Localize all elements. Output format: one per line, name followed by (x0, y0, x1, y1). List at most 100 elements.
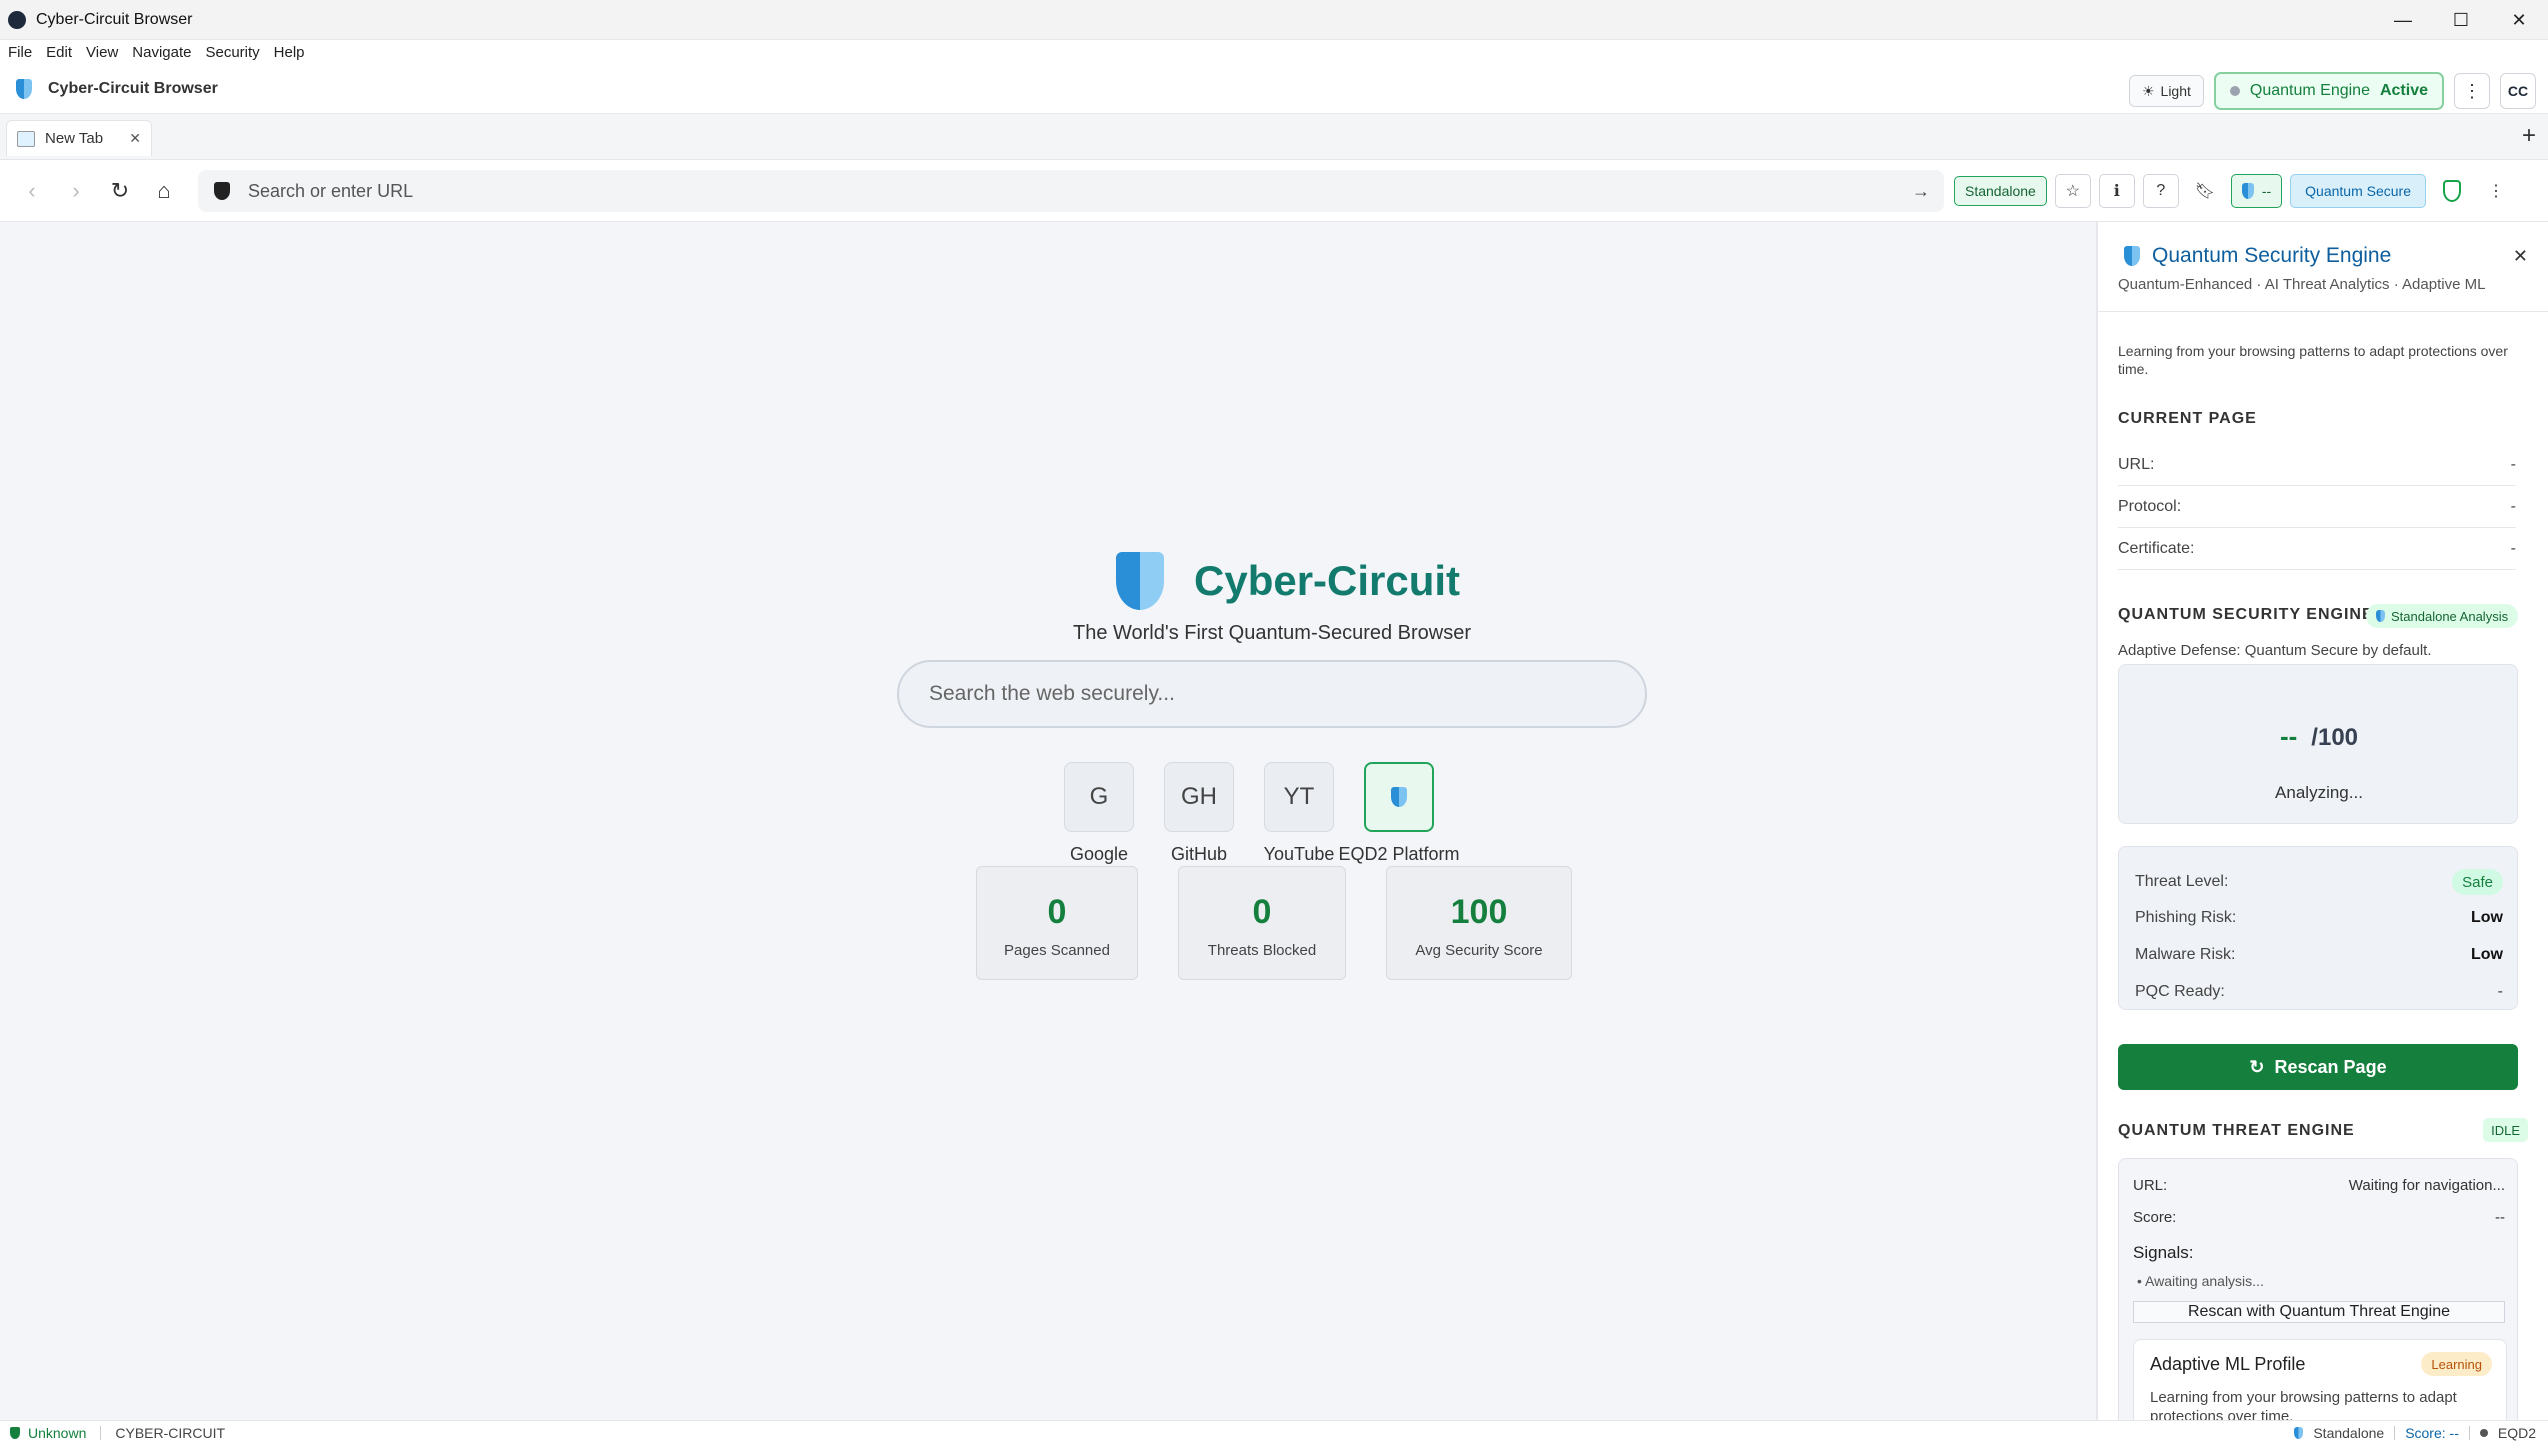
stat-label: Avg Security Score (1415, 942, 1543, 959)
threat-level-row: Threat Level: Safe (2135, 869, 2503, 895)
shield-icon (2241, 183, 2254, 199)
help-button[interactable]: ? (2142, 174, 2179, 208)
google-tile[interactable]: G (1064, 762, 1134, 832)
ml-title: Adaptive ML Profile (2150, 1354, 2306, 1374)
row-key: Certificate: (2118, 539, 2195, 557)
menu-view[interactable]: View (86, 44, 118, 61)
menu-edit[interactable]: Edit (46, 44, 72, 61)
home-button[interactable]: ⌂ (142, 169, 186, 213)
stat-value: 0 (1252, 893, 1272, 931)
row-key: Malware Risk: (2135, 946, 2236, 963)
star-button[interactable]: ☆ (2054, 174, 2091, 208)
row-key: Phishing Risk: (2135, 909, 2237, 926)
phishing-risk-row: Phishing Risk: Low (2135, 909, 2503, 927)
rescan-page-button[interactable]: ↻ Rescan Page (2118, 1044, 2518, 1090)
stat-threats-blocked: 0 Threats Blocked (1178, 866, 1346, 980)
pqc-ready-row: PQC Ready: - (2135, 983, 2503, 1001)
shield-icon (10, 1427, 20, 1439)
menu-navigate[interactable]: Navigate (132, 44, 191, 61)
score-status: Score: -- (2405, 1425, 2459, 1441)
status-bar: Unknown CYBER-CIRCUIT Standalone Score: … (0, 1420, 2548, 1445)
menu-file[interactable]: File (8, 44, 32, 61)
row-key: URL: (2118, 455, 2155, 473)
status-dot-icon (2479, 1429, 2488, 1437)
theme-toggle-button[interactable]: ☀ Light (2128, 75, 2204, 107)
menu-help[interactable]: Help (274, 44, 305, 61)
close-window-button[interactable]: ✕ (2490, 0, 2548, 40)
window-title: Cyber-Circuit Browser (36, 10, 193, 28)
more-options-button[interactable]: ⋮ (2454, 73, 2490, 109)
score-value: -- (2279, 721, 2298, 751)
score-max: /100 (2311, 724, 2359, 751)
status-brand: CYBER-CIRCUIT (115, 1425, 226, 1441)
risk-summary: Threat Level: Safe Phishing Risk: Low Ma… (2118, 846, 2518, 1010)
threat-engine-card: URL: Waiting for navigation... Score: --… (2118, 1158, 2518, 1420)
score-display: -- /100 (2119, 721, 2519, 752)
maximize-button[interactable]: ☐ (2432, 0, 2490, 40)
qte-score-row: Score: -- (2133, 1209, 2505, 1226)
back-button[interactable]: ‹ (10, 169, 54, 213)
menu-kebab-button[interactable]: ⋮ (2478, 174, 2515, 208)
signal-text: Awaiting analysis... (2145, 1273, 2264, 1289)
navigation-toolbar: ‹ › ↻ ⌂ Search or enter URL → Standalone… (0, 160, 2548, 222)
quick-links: G Google GH GitHub YT YouTube EQD2 Platf… (1064, 762, 1460, 865)
stat-value: 100 (1450, 893, 1508, 931)
go-arrow-icon[interactable]: → (1912, 181, 1930, 202)
security-score-pill[interactable]: -- (2230, 174, 2283, 208)
row-key: Protocol: (2118, 497, 2182, 515)
standalone-badge[interactable]: Standalone (1954, 176, 2047, 206)
row-value: -- (2495, 1209, 2505, 1226)
row-value: Low (2471, 909, 2503, 926)
forward-button[interactable]: › (54, 169, 98, 213)
stat-value: 0 (1047, 893, 1067, 931)
divider (2394, 1426, 2396, 1440)
mode-status: Standalone (2313, 1425, 2385, 1441)
url-input[interactable]: Search or enter URL (248, 181, 413, 202)
new-tab-page: Cyber-Circuit The World's First Quantum-… (0, 222, 2096, 1420)
stat-pages-scanned: 0 Pages Scanned (976, 866, 1138, 980)
bookmark-icon[interactable]: 🔖︎ (2186, 174, 2223, 208)
tagline: The World's First Quantum-Secured Browse… (1072, 622, 1472, 644)
tab-new-tab[interactable]: New Tab ✕ (6, 120, 152, 156)
learning-badge: Learning (2421, 1352, 2492, 1376)
sun-icon: ☀ (2141, 82, 2155, 99)
search-input[interactable]: Search the web securely... (897, 660, 1647, 728)
malware-risk-row: Malware Risk: Low (2135, 946, 2503, 964)
info-button[interactable]: ℹ (2098, 174, 2135, 208)
security-shield-button[interactable] (2434, 174, 2471, 208)
reload-button[interactable]: ↻ (98, 169, 142, 213)
quick-link-github[interactable]: GH GitHub (1164, 762, 1234, 865)
quick-link-eqd2[interactable]: EQD2 Platform (1338, 762, 1460, 865)
close-panel-button[interactable]: ✕ (2513, 246, 2528, 267)
address-bar[interactable]: Search or enter URL → (198, 170, 1944, 212)
avatar[interactable]: CC (2500, 73, 2536, 109)
shield-icon (2124, 246, 2140, 266)
menu-security[interactable]: Security (205, 44, 259, 61)
quantum-secure-badge[interactable]: Quantum Secure (2290, 174, 2427, 208)
adaptive-ml-card: Adaptive ML Profile Learning Learning fr… (2133, 1339, 2507, 1420)
minimize-button[interactable]: — (2374, 0, 2432, 40)
new-tab-button[interactable]: + (2522, 122, 2536, 150)
panel-title: Quantum Security Engine (2152, 244, 2392, 267)
quick-link-google[interactable]: G Google (1064, 762, 1134, 865)
divider (2468, 1426, 2470, 1440)
youtube-tile[interactable]: YT (1264, 762, 1334, 832)
quantum-engine-status[interactable]: Quantum Engine Active (2213, 72, 2444, 110)
row-value: - (2510, 539, 2516, 557)
eqd2-tile[interactable] (1364, 762, 1434, 832)
status-right: Standalone Score: -- EQD2 (2294, 1425, 2536, 1441)
app-brand: Cyber-Circuit Browser (48, 79, 218, 97)
engine-dot-icon (2229, 86, 2240, 96)
threat-engine-status-badge: IDLE (2483, 1118, 2528, 1142)
row-value: Low (2471, 946, 2503, 963)
rescan-label: Rescan Page (2274, 1056, 2387, 1077)
current-page-heading: CURRENT PAGE (2118, 410, 2257, 427)
brand-title: Cyber-Circuit (1194, 557, 1461, 604)
rescan-threat-engine-button[interactable]: Rescan with Quantum Threat Engine (2133, 1301, 2505, 1323)
tab-label: New Tab (45, 130, 104, 147)
panel-subtitle: Quantum-Enhanced · AI Threat Analytics ·… (2118, 276, 2486, 293)
protocol-row: Protocol: - (2118, 486, 2516, 528)
github-tile[interactable]: GH (1164, 762, 1234, 832)
security-side-panel: Quantum Security Engine Quantum-Enhanced… (2096, 222, 2548, 1420)
close-icon[interactable]: ✕ (129, 130, 141, 147)
